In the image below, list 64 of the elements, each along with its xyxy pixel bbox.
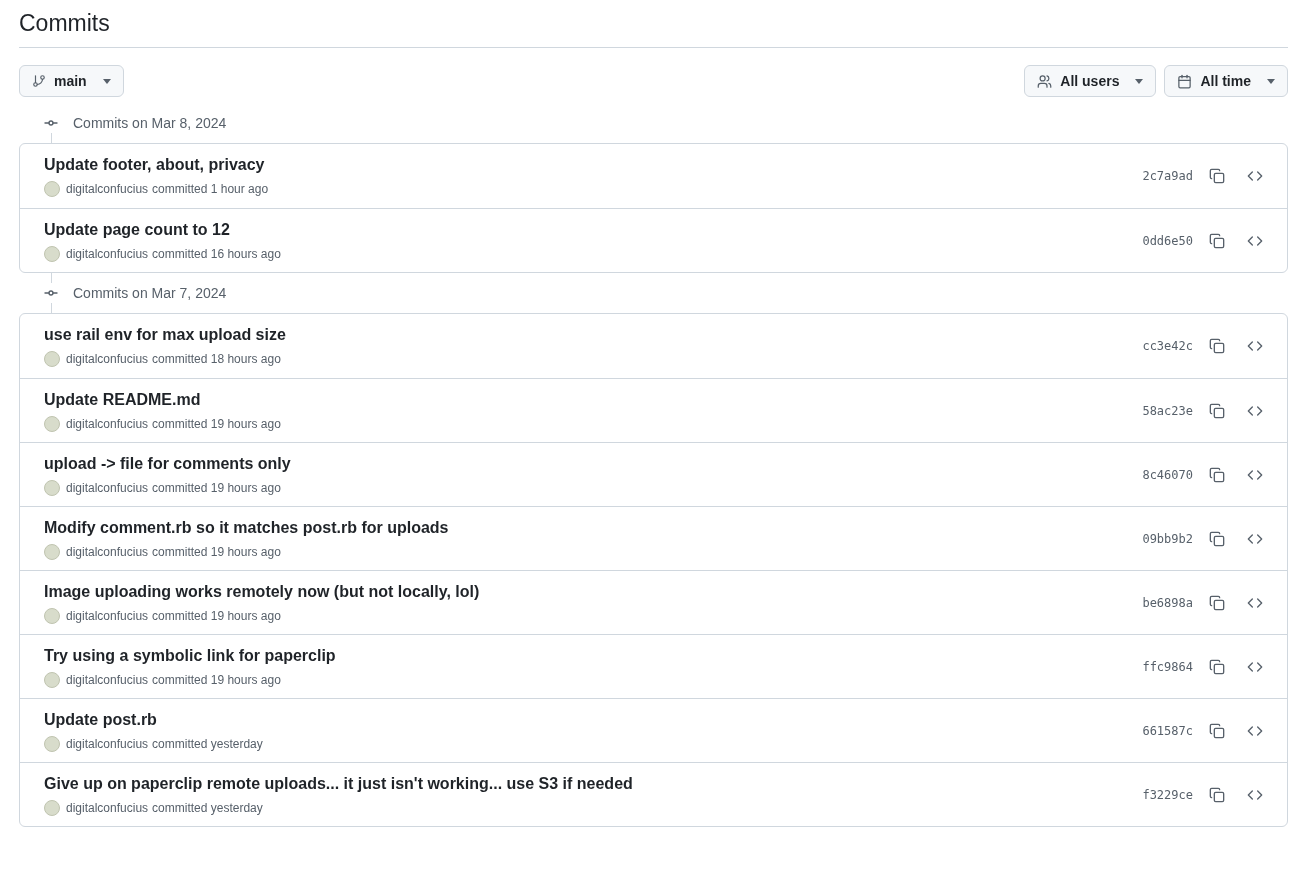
author-link[interactable]: digitalconfucius [66,478,149,497]
caret-icon [1135,78,1144,84]
commit-time: committed 1 hour ago [152,181,269,198]
commit-message-link[interactable]: Modify comment.rb so it matches post.rb for uploads [44,516,1143,539]
page-title: Commits [19,0,1288,48]
copy-button[interactable] [1207,166,1227,186]
commit-time: committed yesterday [152,735,263,753]
commit-message-link[interactable]: Update post.rb [44,708,1143,731]
avatar [44,479,60,496]
commit-sha[interactable]: be6898a [1142,593,1193,612]
commit-sha[interactable]: 8c46070 [1142,465,1193,484]
commit-sha[interactable]: cc3e42c [1142,337,1193,355]
author-link[interactable]: digitalconfucius [66,734,149,753]
date-heading: Commits on Mar 8, 2024 [73,114,227,133]
commit-sha[interactable]: ffc9864 [1142,657,1193,676]
avatar [44,607,60,624]
commit-time: committed 19 hours ago [152,415,281,433]
commit-sha[interactable]: 09bb9b2 [1142,529,1193,548]
commit-sha[interactable]: 661587c [1142,721,1193,740]
branch-icon [32,74,46,88]
author-link[interactable]: digitalconfucius [66,542,149,561]
commit-message-link[interactable]: Try using a symbolic link for paperclip [44,644,1143,667]
author-link[interactable]: digitalconfucius [66,350,149,368]
commit-message-link[interactable]: Give up on paperclip remote uploads... it just isn't working... use S3 if needed [44,772,1143,795]
copy-button[interactable] [1207,336,1227,356]
author-link[interactable]: digitalconfucius [66,606,149,625]
commit-time: committed 19 hours ago [152,607,281,625]
commit-time: committed 19 hours ago [152,671,281,689]
avatar [44,543,60,560]
avatar [44,351,60,367]
commit-time: committed 19 hours ago [152,479,281,497]
avatar [44,735,60,752]
commit-sha[interactable]: 2c7a9ad [1142,167,1193,185]
author-link[interactable]: digitalconfucius [66,180,149,198]
commit-message-link[interactable]: Update footer, about, privacy [44,154,1143,176]
filter-button[interactable]: All time [1164,65,1288,97]
commit-message-link[interactable]: use rail env for max upload size [44,324,1143,346]
commit-time: committed 16 hours ago [152,245,281,263]
commit-message-link[interactable]: Update page count to 12 [44,218,1143,241]
commit-time: committed yesterday [152,799,263,817]
branch-button[interactable]: main [19,65,124,97]
date-heading: Commits on Mar 7, 2024 [73,284,227,303]
avatar [44,671,60,688]
commit-time: committed 18 hours ago [152,351,281,368]
caret-icon [102,78,111,84]
avatar [44,245,60,262]
commit-message-link[interactable]: upload -> file for comments only [44,452,1143,475]
commit-message-link[interactable]: Update README.md [44,388,1143,411]
author-link[interactable]: digitalconfucius [66,798,149,817]
caret-icon [1267,78,1275,84]
commit-sha[interactable]: 58ac23e [1142,401,1193,420]
author-link[interactable]: digitalconfucius [66,414,149,433]
calendar-icon [1177,73,1193,89]
avatar [44,181,60,197]
users-icon [1037,73,1053,89]
author-link[interactable]: digitalconfucius [66,670,149,689]
avatar [44,799,60,816]
commit-sha[interactable]: f3229ce [1142,785,1193,804]
avatar [44,415,60,432]
filter-button[interactable]: All users [1024,65,1157,97]
commit-time: committed 19 hours ago [152,543,281,561]
commit-sha[interactable]: 0dd6e50 [1142,231,1193,250]
author-link[interactable]: digitalconfucius [66,244,149,263]
commit-message-link[interactable]: Image uploading works remotely now (but not locally, lol) [44,580,1143,603]
